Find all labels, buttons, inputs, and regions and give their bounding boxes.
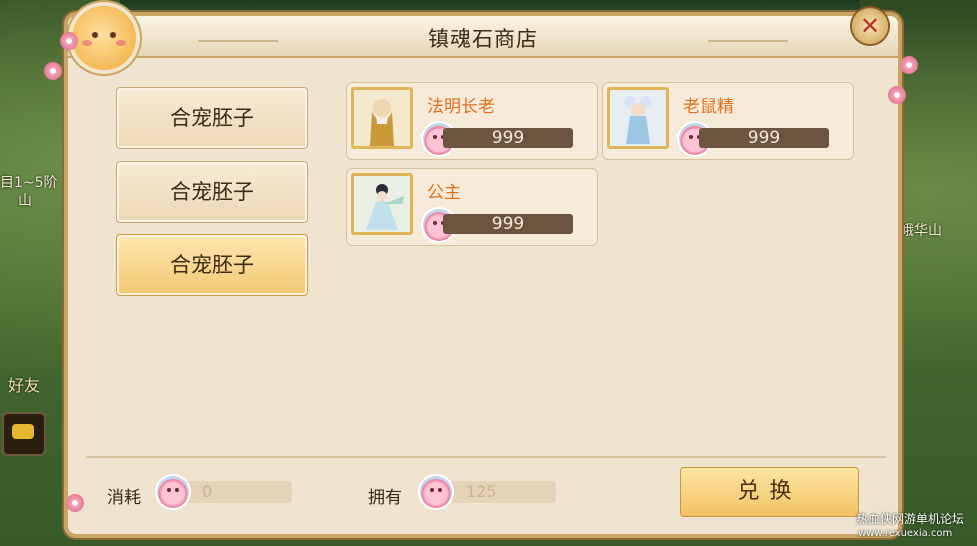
item-price: 999 xyxy=(443,214,573,234)
pet-coin-icon xyxy=(157,476,189,508)
coin-eye xyxy=(438,488,442,492)
flower-decoration xyxy=(44,62,62,80)
exchange-button[interactable]: 兑换 xyxy=(680,467,859,517)
friends-button[interactable]: 好友 xyxy=(8,372,40,396)
category-tab-3-active[interactable]: 合宠胚子 xyxy=(116,234,308,296)
avatar-eye xyxy=(92,32,98,38)
avatar-cheek xyxy=(82,40,92,46)
background-text-location: 峨华山 xyxy=(900,223,942,239)
mouse-spirit-portrait-icon xyxy=(607,87,669,149)
flower-decoration xyxy=(900,56,918,74)
item-price: 999 xyxy=(699,128,829,148)
princess-portrait-icon xyxy=(351,173,413,235)
title-bar: 镇魂石商店 xyxy=(68,16,898,58)
watermark-url: www.rexuexia.com xyxy=(858,528,953,539)
item-name: 公主 xyxy=(427,183,461,203)
background-text-stage: 目1~5阶 xyxy=(0,175,58,191)
coin-eye xyxy=(430,488,434,492)
shop-item-card[interactable]: 公主 999 xyxy=(346,168,598,246)
coin-eye xyxy=(167,488,171,492)
owned-label: 拥有 xyxy=(368,488,402,508)
flower-decoration xyxy=(66,494,84,512)
close-button[interactable]: ✕ xyxy=(852,8,888,44)
elder-monk-portrait-icon xyxy=(351,87,413,149)
item-price: 999 xyxy=(443,128,573,148)
background-text-mountain: 山 xyxy=(18,193,32,209)
coin-eye xyxy=(433,221,437,225)
coin-eye xyxy=(433,135,437,139)
cost-label: 消耗 xyxy=(107,488,141,508)
chat-icon[interactable] xyxy=(2,412,46,456)
pet-avatar-icon xyxy=(72,6,136,70)
category-tab-2[interactable]: 合宠胚子 xyxy=(116,161,308,223)
item-name: 法明长老 xyxy=(427,97,495,117)
watermark-text: 热血侠网游单机论坛 xyxy=(856,512,965,526)
item-name: 老鼠精 xyxy=(683,97,734,117)
pet-coin-icon xyxy=(420,476,452,508)
shop-item-card[interactable]: 法明长老 999 xyxy=(346,82,598,160)
avatar-cheek xyxy=(116,40,126,46)
flower-decoration xyxy=(60,32,78,50)
shop-title: 镇魂石商店 xyxy=(428,27,538,51)
avatar-eye xyxy=(110,32,116,38)
footer-divider xyxy=(86,456,886,458)
category-tab-1[interactable]: 合宠胚子 xyxy=(116,87,308,149)
coin-eye xyxy=(689,135,693,139)
shop-item-card[interactable]: 老鼠精 999 xyxy=(602,82,854,160)
coin-eye xyxy=(175,488,179,492)
flower-decoration xyxy=(888,86,906,104)
